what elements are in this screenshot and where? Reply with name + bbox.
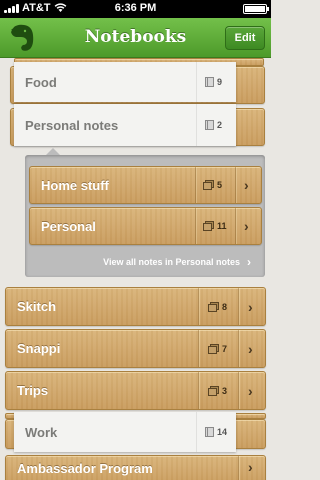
stack-icon — [208, 301, 219, 312]
divider — [238, 288, 239, 325]
notebook-label: Home stuff — [41, 177, 109, 193]
notebook-label: Food — [25, 74, 57, 90]
divider — [196, 104, 197, 146]
divider — [235, 167, 236, 203]
divider — [198, 288, 199, 325]
stack-icon — [203, 221, 214, 231]
stack-panel-pointer — [46, 148, 60, 155]
stack-icon — [208, 385, 219, 396]
notebook-icon — [205, 77, 214, 87]
divider — [195, 167, 196, 203]
notebook-icon — [205, 120, 214, 130]
stack-icon — [208, 343, 219, 354]
notebook-row-personal-notes[interactable]: Personal notes 2 — [14, 104, 236, 146]
chevron-right-icon[interactable]: › — [244, 208, 249, 244]
divider — [238, 456, 239, 480]
status-bar: AT&T 6:36 PM — [0, 0, 271, 18]
notebook-label: Personal — [41, 218, 96, 234]
notebook-row-work[interactable]: Work 14 — [14, 412, 236, 452]
divider — [238, 372, 239, 409]
note-count: 8 — [208, 288, 227, 325]
battery-icon — [243, 4, 269, 14]
note-count: 3 — [208, 372, 227, 409]
stack-icon — [203, 180, 214, 190]
note-count: 7 — [208, 330, 227, 367]
stack-label: Trips — [17, 383, 49, 398]
note-count: 2 — [205, 104, 222, 146]
stack-row-trips[interactable]: Trips 3 › — [5, 371, 266, 410]
note-count: 5 — [203, 167, 222, 203]
divider — [235, 208, 236, 244]
divider — [238, 330, 239, 367]
notebook-label: Personal notes — [25, 117, 119, 133]
stack-child-personal[interactable]: Personal 11 › — [29, 207, 262, 245]
chevron-right-icon[interactable]: › — [244, 167, 249, 203]
note-count: 9 — [205, 62, 222, 102]
divider — [198, 330, 199, 367]
stack-child-home-stuff[interactable]: Home stuff 5 › — [29, 166, 262, 204]
note-count: 11 — [203, 208, 227, 244]
stack-label: Ambassador Program — [17, 461, 153, 476]
chevron-right-icon[interactable]: › — [248, 288, 253, 325]
divider — [198, 372, 199, 409]
notebook-label: Work — [25, 424, 58, 440]
divider — [196, 62, 197, 102]
note-count: 14 — [205, 412, 227, 452]
stack-row-skitch[interactable]: Skitch 8 › — [5, 287, 266, 326]
nav-bar: Notebooks Edit — [0, 18, 271, 58]
stack-label: Skitch — [17, 299, 57, 314]
chevron-right-icon: › — [247, 255, 251, 269]
stack-label: Snappi — [17, 341, 61, 356]
stack-row-snappi[interactable]: Snappi 7 › — [5, 329, 266, 368]
chevron-right-icon[interactable]: › — [248, 456, 253, 480]
notebook-row-food[interactable]: Food 9 — [14, 62, 236, 102]
divider — [195, 208, 196, 244]
edit-button[interactable]: Edit — [225, 26, 265, 50]
chevron-right-icon[interactable]: › — [248, 330, 253, 367]
stack-row-ambassador-program[interactable]: Ambassador Program › — [5, 455, 266, 480]
chevron-right-icon[interactable]: › — [248, 372, 253, 409]
divider — [196, 412, 197, 452]
notebook-icon — [205, 427, 214, 437]
status-time: 6:36 PM — [114, 2, 157, 14]
view-all-notes-link[interactable]: View all notes in Personal notes › — [25, 250, 265, 274]
